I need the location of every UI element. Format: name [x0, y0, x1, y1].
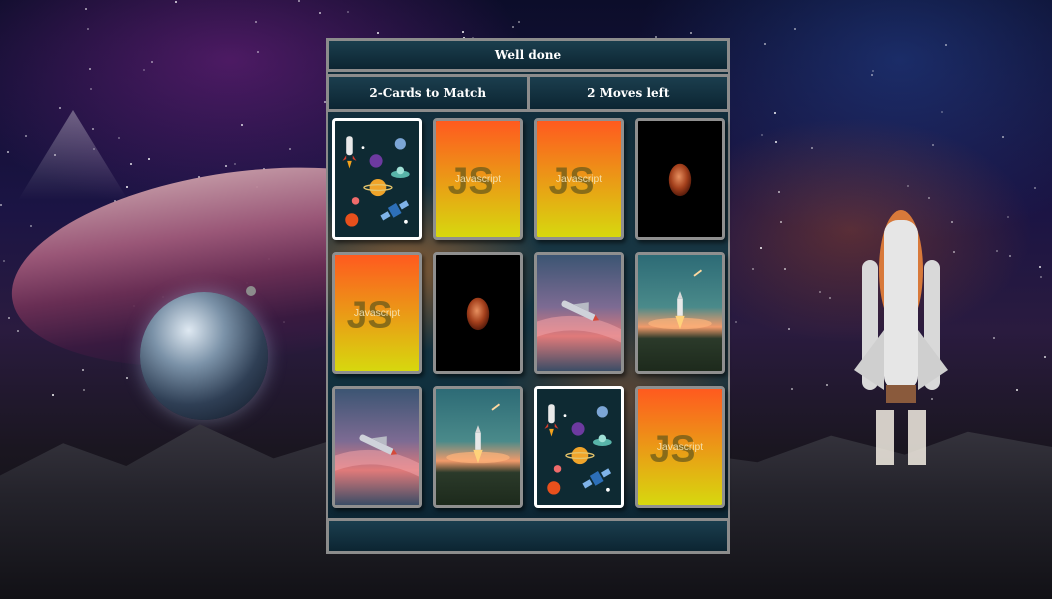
memory-card-rocket-launch[interactable]	[635, 252, 725, 374]
memory-card-shuttle-sunset[interactable]	[534, 252, 624, 374]
memory-card-javascript[interactable]: JS Javascript	[433, 118, 523, 240]
memory-card-red-moon[interactable]	[433, 252, 523, 374]
javascript-label: Javascript	[354, 308, 400, 319]
status-message: Well done	[494, 48, 562, 62]
red-moon-icon	[466, 297, 490, 331]
memory-card-javascript[interactable]: JS Javascript	[534, 118, 624, 240]
memory-card-shuttle-sunset[interactable]	[332, 386, 422, 508]
match-rule-label: 2-Cards to Match	[369, 86, 487, 100]
game-panel: Well done 2-Cards to Match 2 Moves left	[326, 38, 730, 554]
javascript-label: Javascript	[556, 174, 602, 185]
memory-card-javascript[interactable]: JS Javascript	[635, 386, 725, 508]
javascript-label: Javascript	[455, 174, 501, 185]
small-moon	[246, 286, 256, 296]
earth-icon	[394, 138, 406, 150]
galaxy-icon	[369, 154, 383, 168]
earth-planet	[140, 292, 268, 420]
memory-card-space-icons[interactable]	[332, 118, 422, 240]
space-shuttle-image	[854, 210, 948, 465]
memory-card-space-icons[interactable]	[534, 386, 624, 508]
moves-counter: 2 Moves left	[526, 77, 728, 109]
memory-card-red-moon[interactable]	[635, 118, 725, 240]
earth-icon	[596, 406, 608, 418]
saturn-icon	[571, 447, 589, 465]
footer-bar	[326, 518, 730, 554]
status-bar: Well done	[326, 38, 730, 72]
match-rule: 2-Cards to Match	[329, 77, 527, 109]
galaxy-icon	[571, 422, 585, 436]
javascript-label: Javascript	[657, 442, 703, 453]
moves-left-label: 2 Moves left	[587, 86, 670, 100]
red-moon-icon	[668, 163, 692, 197]
memory-card-javascript[interactable]: JS Javascript	[332, 252, 422, 374]
info-bar: 2-Cards to Match 2 Moves left	[326, 74, 730, 112]
card-grid: JS Javascript JS Javascript JS Javascrip…	[332, 118, 728, 514]
saturn-icon	[369, 179, 387, 197]
mars-icon	[547, 481, 561, 495]
mars-icon	[345, 213, 359, 227]
memory-card-rocket-launch[interactable]	[433, 386, 523, 508]
